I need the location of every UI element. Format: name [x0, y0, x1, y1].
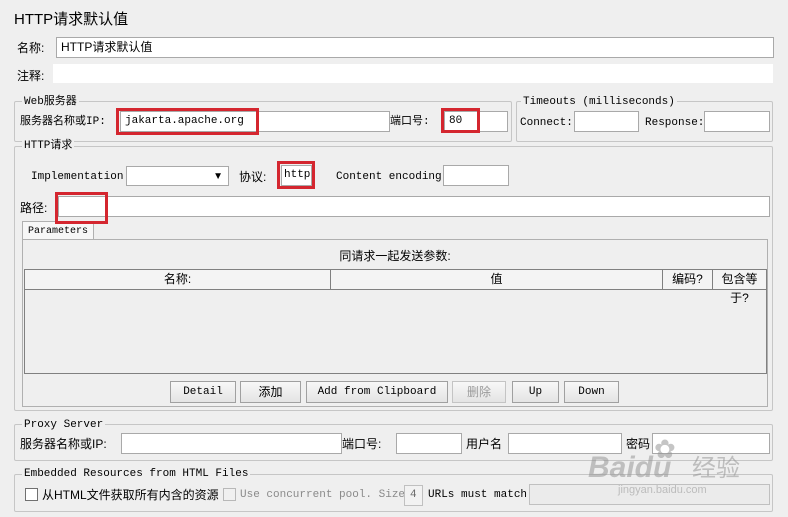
encoding-input[interactable]: [443, 165, 509, 186]
path-input[interactable]: [58, 196, 770, 217]
implementation-select[interactable]: ▼: [126, 166, 229, 186]
concurrent-pool-checkbox[interactable]: [223, 488, 236, 501]
proxy-port-label: 端口号:: [342, 437, 382, 451]
detail-button[interactable]: Detail: [170, 381, 236, 403]
pool-size-input[interactable]: 4: [404, 485, 423, 506]
proxy-port-input[interactable]: [396, 433, 462, 454]
add-from-clipboard-button[interactable]: Add from Clipboard: [306, 381, 448, 403]
delete-button[interactable]: 删除: [452, 381, 506, 403]
parameters-tab-label: Parameters: [27, 226, 88, 237]
name-input[interactable]: HTTP请求默认值: [56, 37, 774, 58]
embedded-resources-legend: Embedded Resources from HTML Files: [22, 467, 251, 481]
proxy-server-legend: Proxy Server: [22, 418, 106, 432]
column-header-encode[interactable]: 编码?: [663, 270, 713, 289]
parameters-table-header: 名称: 值 编码? 包含等于?: [25, 270, 766, 305]
proxy-username-label: 用户名: [466, 437, 503, 451]
proxy-password-label: 密码: [626, 437, 651, 451]
server-label: 服务器名称或IP:: [20, 116, 106, 128]
timeouts-legend: Timeouts (milliseconds): [521, 95, 677, 109]
name-label: 名称:: [17, 41, 45, 55]
server-input[interactable]: jakarta.apache.org: [120, 111, 390, 132]
path-label: 路径:: [20, 201, 48, 215]
add-button[interactable]: 添加: [240, 381, 301, 403]
http-request-legend: HTTP请求: [22, 139, 75, 153]
encoding-label: Content encoding:: [336, 171, 449, 183]
column-header-value[interactable]: 值: [331, 270, 663, 289]
protocol-input[interactable]: http: [281, 165, 312, 186]
implementation-label: Implementation:: [31, 171, 131, 183]
response-input[interactable]: [704, 111, 770, 132]
urls-must-match-label: URLs must match:: [428, 489, 534, 501]
parameters-tab[interactable]: Parameters: [22, 221, 94, 239]
parameters-caption: 同请求一起发送参数:: [339, 249, 451, 263]
proxy-password-input[interactable]: [652, 433, 770, 454]
column-header-include-equals[interactable]: 包含等于?: [713, 270, 766, 305]
protocol-label: 协议:: [239, 170, 267, 184]
comment-input[interactable]: [52, 63, 774, 84]
port-input[interactable]: 80: [444, 111, 508, 132]
retrieve-resources-checkbox[interactable]: [25, 488, 38, 501]
web-server-legend: Web服务器: [22, 95, 79, 109]
proxy-server-label: 服务器名称或IP:: [20, 437, 107, 451]
port-label: 端口号:: [390, 116, 430, 128]
comment-label: 注释:: [17, 69, 45, 83]
column-header-name[interactable]: 名称:: [25, 270, 331, 289]
up-button[interactable]: Up: [512, 381, 559, 403]
proxy-server-input[interactable]: [121, 433, 342, 454]
down-button[interactable]: Down: [564, 381, 619, 403]
connect-input[interactable]: [574, 111, 639, 132]
panel-title: HTTP请求默认值: [14, 11, 129, 28]
parameters-table[interactable]: 名称: 值 编码? 包含等于?: [24, 269, 767, 374]
connect-label: Connect:: [520, 117, 573, 129]
urls-must-match-input[interactable]: [529, 484, 770, 505]
chevron-down-icon: ▼: [213, 171, 223, 182]
retrieve-resources-label: 从HTML文件获取所有内含的资源: [42, 488, 219, 502]
concurrent-pool-label: Use concurrent pool. Size:: [240, 489, 412, 501]
response-label: Response:: [645, 117, 705, 129]
proxy-username-input[interactable]: [508, 433, 622, 454]
